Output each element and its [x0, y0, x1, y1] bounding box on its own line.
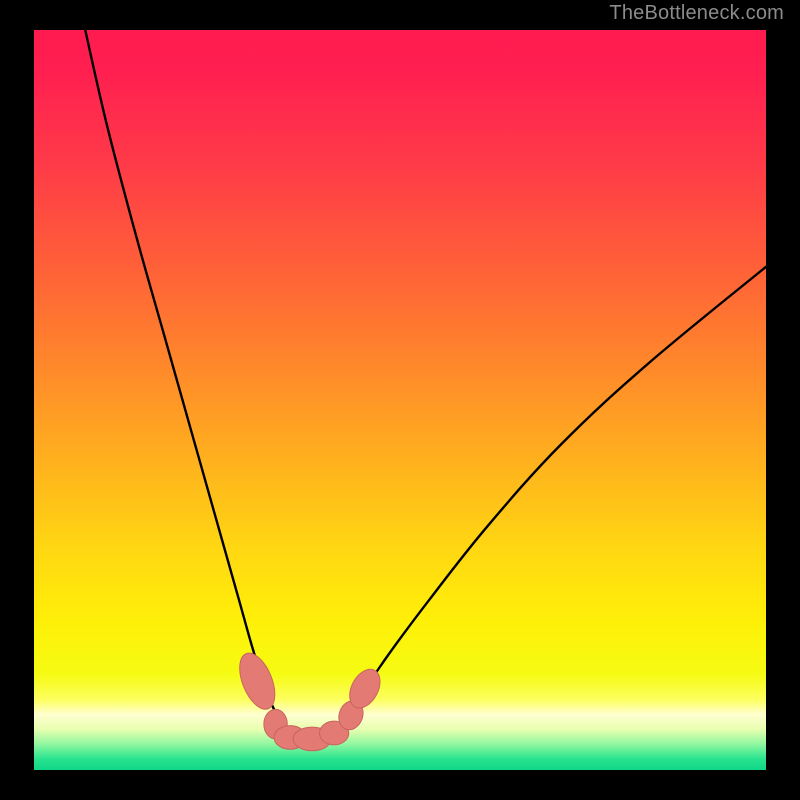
chart-plot-area	[34, 30, 766, 770]
watermark-text: TheBottleneck.com	[609, 2, 784, 25]
gradient-background	[34, 30, 766, 770]
chart-frame: TheBottleneck.com	[0, 0, 800, 800]
